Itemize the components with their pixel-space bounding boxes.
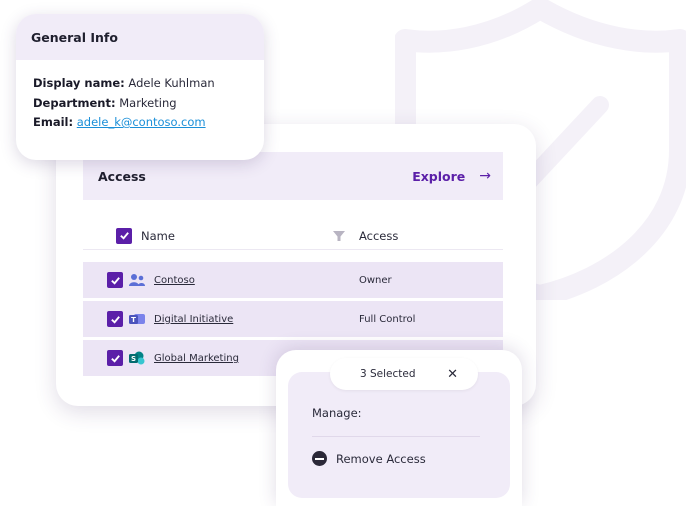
email-label: Email: (33, 115, 74, 129)
email-link[interactable]: adele_k@contoso.com (77, 115, 206, 129)
table-row[interactable]: Contoso Owner (83, 262, 503, 298)
row-checkbox[interactable] (107, 311, 123, 327)
teams-icon: T (129, 312, 145, 326)
remove-circle-icon (312, 451, 327, 466)
checkmark-icon (110, 276, 120, 285)
checkmark-icon (110, 315, 120, 324)
row-checkbox[interactable] (107, 272, 123, 288)
arrow-right-icon: → (479, 168, 491, 184)
selection-panel: 3 Selected ✕ Manage: Remove Access (276, 350, 522, 506)
row-access: Full Control (359, 313, 416, 325)
close-icon[interactable]: ✕ (447, 367, 458, 382)
table-row[interactable]: T Digital Initiative Full Control (83, 301, 503, 337)
explore-label: Explore (412, 168, 466, 184)
explore-link[interactable]: Explore → (412, 168, 491, 184)
filter-icon[interactable] (333, 230, 345, 242)
display-name-line: Display name: Adele Kuhlman (33, 74, 264, 94)
row-access: Owner (359, 274, 392, 286)
manage-panel (288, 372, 510, 498)
svg-text:T: T (131, 316, 136, 324)
department-label: Department: (33, 95, 116, 110)
display-name-value: Adele Kuhlman (128, 76, 215, 90)
svg-text:S: S (131, 355, 136, 363)
manage-label: Manage: (312, 406, 362, 420)
table-header: Name Access (83, 222, 503, 250)
department-value: Marketing (119, 95, 177, 110)
row-checkbox[interactable] (107, 350, 123, 366)
access-title: Access (98, 168, 146, 184)
column-header-name[interactable]: Name (141, 229, 175, 243)
row-name[interactable]: Digital Initiative (154, 314, 233, 325)
row-name[interactable]: Contoso (154, 275, 195, 286)
selected-count-pill: 3 Selected ✕ (330, 358, 478, 390)
remove-access-label: Remove Access (336, 451, 426, 466)
sharepoint-icon: S (129, 351, 145, 365)
people-group-icon (129, 273, 145, 287)
row-name[interactable]: Global Marketing (154, 353, 239, 364)
remove-access-button[interactable]: Remove Access (312, 451, 426, 466)
divider (312, 436, 480, 437)
general-info-body: Display name: Adele Kuhlman Department: … (16, 60, 264, 133)
general-info-card: General Info Display name: Adele Kuhlman… (16, 14, 264, 160)
general-info-title: General Info (16, 14, 264, 60)
department-line: Department: Marketing (33, 94, 264, 114)
column-header-access[interactable]: Access (359, 229, 398, 243)
checkmark-icon (110, 354, 120, 363)
email-line: Email: adele_k@contoso.com (33, 113, 264, 133)
checkmark-icon (119, 232, 129, 240)
selected-count-label: 3 Selected (360, 368, 416, 380)
display-name-label: Display name: (33, 76, 125, 90)
select-all-checkbox[interactable] (116, 227, 132, 244)
